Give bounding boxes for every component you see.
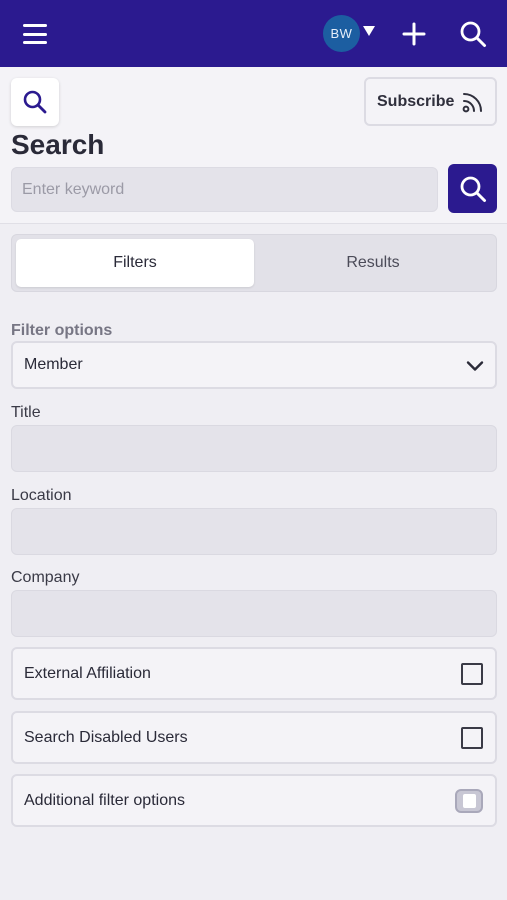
page-title: Search	[11, 129, 105, 160]
external-affiliation-row[interactable]: External Affiliation	[11, 647, 497, 700]
search-icon	[460, 176, 486, 202]
filters-results-tabs: Filters Results	[11, 234, 497, 292]
subscribe-label: Subscribe	[377, 92, 455, 110]
tab-results[interactable]: Results	[254, 239, 492, 287]
caret-down-icon[interactable]	[362, 24, 376, 38]
tab-filters[interactable]: Filters	[16, 239, 254, 287]
rss-icon	[462, 93, 482, 113]
filter-options-select[interactable]: Member	[11, 341, 497, 389]
location-field[interactable]	[11, 508, 497, 555]
title-field[interactable]	[11, 425, 497, 472]
search-disabled-users-label: Search Disabled Users	[24, 728, 188, 746]
subscribe-button[interactable]: Subscribe	[364, 77, 497, 126]
additional-filter-options-label: Additional filter options	[24, 791, 185, 809]
search-icon[interactable]	[459, 20, 487, 48]
search-icon	[23, 90, 47, 114]
chevron-down-icon	[466, 361, 484, 371]
company-field[interactable]	[11, 590, 497, 637]
filter-options-label: Filter options	[11, 322, 113, 339]
company-label: Company	[11, 569, 80, 586]
external-affiliation-checkbox[interactable]	[461, 663, 483, 685]
external-affiliation-label: External Affiliation	[24, 664, 151, 682]
title-label: Title	[11, 404, 41, 421]
location-label: Location	[11, 487, 72, 504]
top-nav-bar: BW	[0, 0, 507, 67]
plus-icon[interactable]	[402, 22, 426, 46]
additional-filter-options-row[interactable]: Additional filter options	[11, 774, 497, 827]
hamburger-menu-icon[interactable]	[23, 22, 47, 46]
search-disabled-users-row[interactable]: Search Disabled Users	[11, 711, 497, 764]
search-disabled-users-checkbox[interactable]	[461, 727, 483, 749]
additional-filter-options-toggle[interactable]	[455, 789, 483, 813]
search-toggle-button[interactable]	[11, 78, 59, 126]
keyword-search-button[interactable]	[448, 164, 497, 213]
filter-options-value: Member	[24, 356, 83, 373]
search-header: Subscribe Search	[0, 67, 507, 224]
avatar[interactable]: BW	[323, 15, 360, 52]
keyword-search-input[interactable]	[11, 167, 438, 212]
